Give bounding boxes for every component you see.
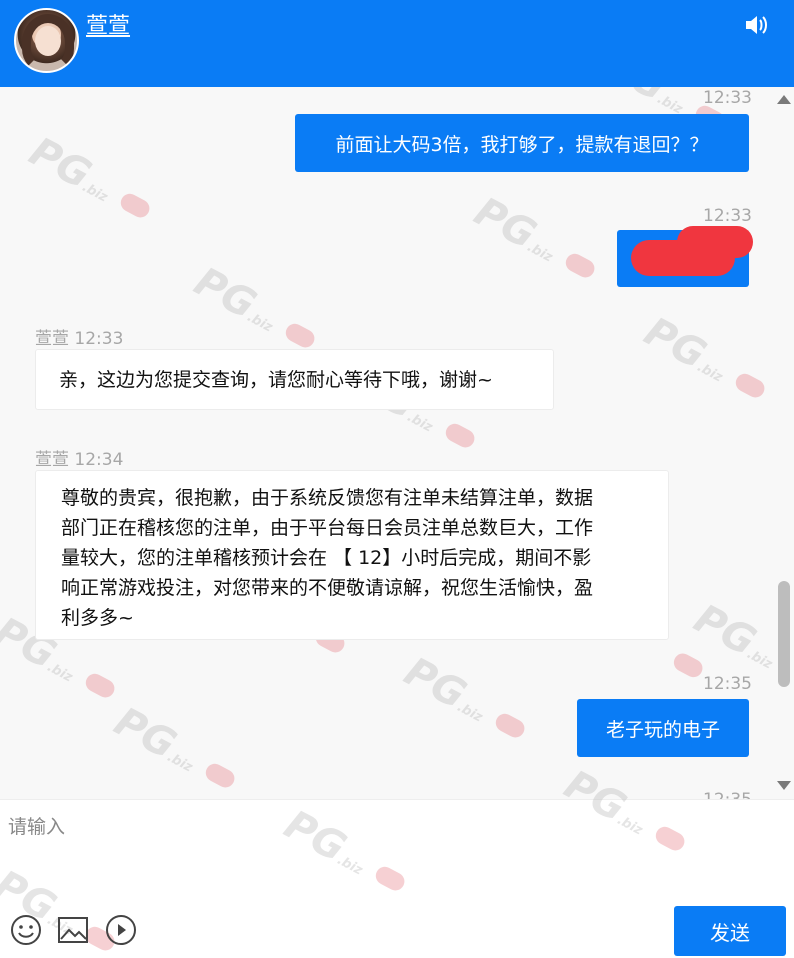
message-time: 12:35 bbox=[703, 674, 752, 694]
message-bubble-outgoing[interactable] bbox=[617, 226, 753, 287]
chat-history[interactable]: PG.biz PG.biz PG.biz PG.biz PG.biz PG.bi… bbox=[0, 87, 794, 799]
message-bubble-incoming[interactable]: 尊敬的贵宾，很抱歉，由于系统反馈您有注单未结算注单，数据 部门正在稽核您的注单，… bbox=[35, 470, 669, 640]
message-time: 12:35 bbox=[703, 790, 752, 799]
redaction-mark bbox=[677, 226, 753, 258]
scroll-down-arrow[interactable] bbox=[777, 781, 791, 790]
message-bubble-incoming[interactable]: 亲，这边为您提交查询，请您耐心等待下哦，谢谢~ bbox=[35, 349, 554, 410]
message-sender: 萱萱 12:34 bbox=[35, 445, 123, 470]
message-bubble-outgoing[interactable]: 老子玩的电子 bbox=[577, 699, 749, 757]
sender-name: 萱萱 bbox=[35, 450, 69, 470]
composer: PG.biz PG.biz PG.biz 发送 bbox=[0, 762, 794, 958]
message-line: 响正常游戏投注，对您带来的不便敬请谅解，祝您生活愉快，盈 bbox=[61, 577, 594, 599]
message-time: 12:34 bbox=[74, 450, 124, 470]
agent-avatar[interactable] bbox=[14, 8, 79, 73]
message-sender: 萱萱 12:33 bbox=[35, 324, 123, 349]
message-line: 部门正在稽核您的注单，由于平台每日会员注单总数巨大，工作 bbox=[61, 517, 594, 539]
scrollbar-thumb[interactable] bbox=[778, 581, 790, 687]
message-input[interactable] bbox=[0, 808, 760, 898]
scroll-up-arrow[interactable] bbox=[777, 95, 791, 104]
message-line: 利多多~ bbox=[61, 607, 134, 629]
play-icon[interactable] bbox=[104, 913, 138, 947]
chat-header: 萱萱 bbox=[0, 0, 794, 87]
message-line: 尊敬的贵宾，很抱歉，由于系统反馈您有注单未结算注单，数据 bbox=[61, 487, 594, 509]
message-time: 12:33 bbox=[703, 206, 752, 226]
emoji-icon[interactable] bbox=[9, 913, 43, 947]
agent-name[interactable]: 萱萱 bbox=[86, 8, 130, 40]
message-time: 12:33 bbox=[74, 329, 124, 349]
send-button[interactable]: 发送 bbox=[674, 906, 786, 956]
message-line: 量较大，您的注单稽核预计会在 【 12】小时后完成，期间不影 bbox=[61, 547, 592, 569]
message-bubble-outgoing[interactable]: 前面让大码3倍，我打够了，提款有退回？？ bbox=[295, 114, 749, 172]
message-time: 12:33 bbox=[703, 88, 752, 108]
sender-name: 萱萱 bbox=[35, 329, 69, 349]
image-icon[interactable] bbox=[56, 913, 90, 947]
speaker-icon[interactable] bbox=[744, 14, 770, 36]
